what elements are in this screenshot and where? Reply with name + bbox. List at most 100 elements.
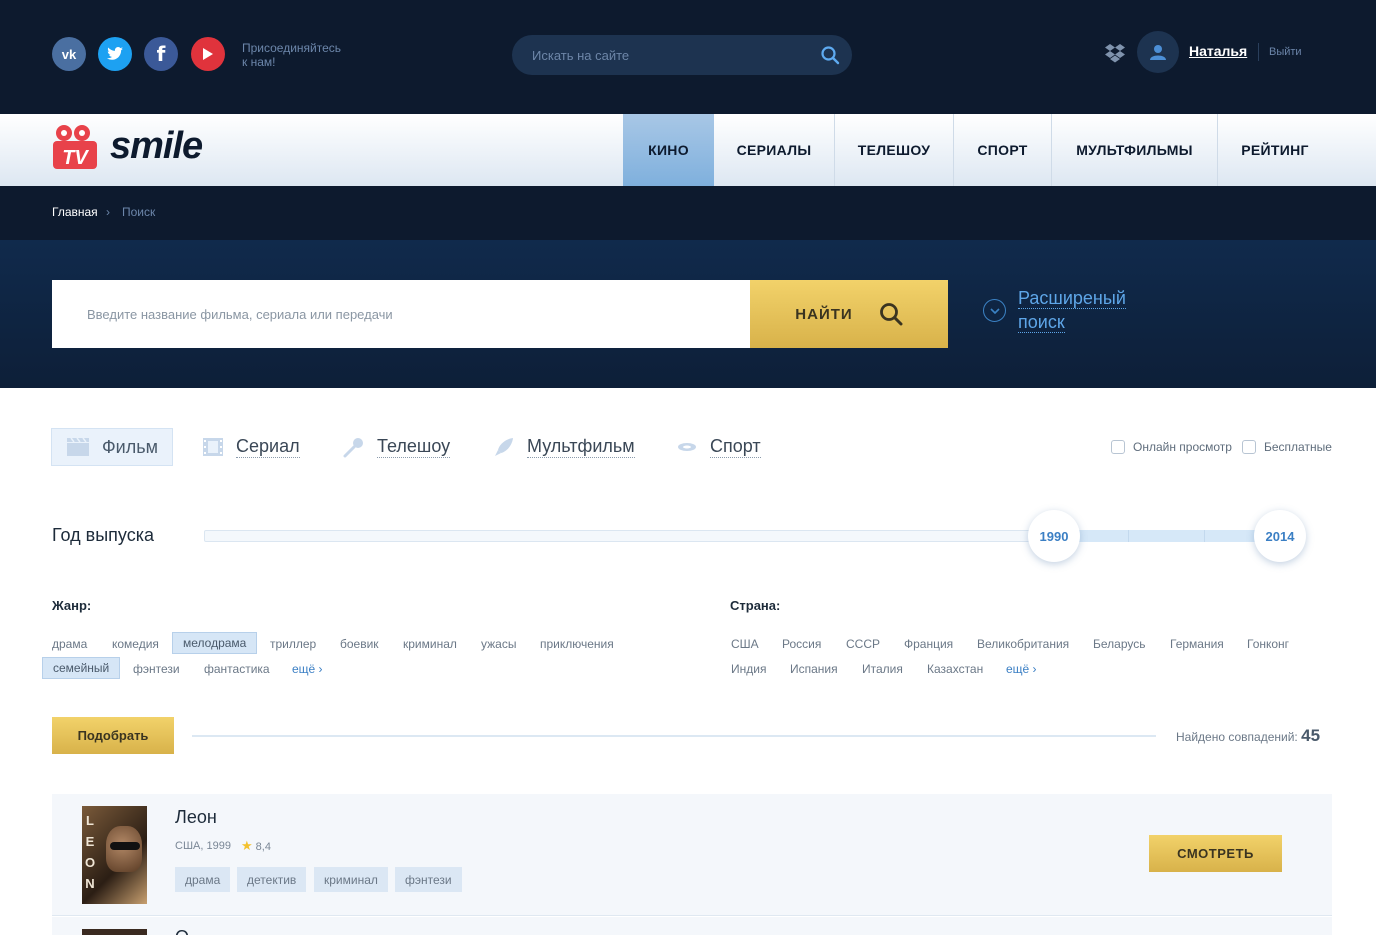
found-number: 45: [1301, 726, 1321, 745]
advanced-search-link[interactable]: Расширеный поиск: [1018, 286, 1148, 334]
genre-tag[interactable]: драма: [42, 634, 97, 654]
sport-icon: [678, 443, 696, 451]
checkbox-box[interactable]: [1242, 440, 1256, 454]
found-count: Найдено совпадений: 45: [1176, 726, 1320, 746]
poster-letter: E: [85, 834, 95, 849]
country-tag[interactable]: Россия: [772, 634, 831, 654]
pick-button[interactable]: Подобрать: [52, 717, 174, 754]
poster-glasses: [110, 842, 140, 850]
movie-card: [52, 917, 1332, 935]
country-tag[interactable]: Италия: [852, 659, 913, 679]
country-tag[interactable]: Испания: [780, 659, 848, 679]
poster-title-letters: L E O N: [84, 810, 96, 894]
movie-poster[interactable]: [82, 929, 147, 935]
genre-title: Жанр:: [52, 598, 92, 613]
join-us-text: Присоединяйтесь к нам!: [242, 41, 362, 69]
nav-item-kino[interactable]: КИНО: [623, 114, 714, 186]
free-checkbox[interactable]: Бесплатные: [1242, 440, 1332, 454]
film-strip-icon: [203, 438, 223, 456]
movie-country-year: США, 1999: [175, 840, 231, 852]
genre-tag[interactable]: фэнтези: [123, 659, 190, 679]
nav-item-serials[interactable]: СЕРИАЛЫ: [714, 114, 835, 186]
join-line-1: Присоединяйтесь: [242, 41, 342, 55]
genre-tag[interactable]: приключения: [530, 634, 624, 654]
country-more-link[interactable]: ещё ›: [996, 659, 1047, 679]
tab-film[interactable]: Фильм: [52, 429, 172, 465]
tab-teleshow[interactable]: Телешоу: [343, 429, 451, 465]
country-tag[interactable]: США: [721, 634, 769, 654]
rating-value: 8,4: [255, 841, 271, 853]
twitter-icon[interactable]: [98, 37, 132, 71]
logout-link[interactable]: Выйти: [1269, 46, 1302, 58]
search-icon[interactable]: [820, 45, 840, 65]
genre-tag[interactable]: триллер: [260, 634, 326, 654]
poster-letter: L: [86, 813, 94, 828]
checkbox-box[interactable]: [1111, 440, 1125, 454]
genre-more-link[interactable]: ещё ›: [282, 659, 333, 679]
genre-tag[interactable]: комедия: [102, 634, 169, 654]
year-from-handle[interactable]: 1990: [1028, 510, 1080, 562]
youtube-icon[interactable]: [191, 37, 225, 71]
chevron-down-icon[interactable]: [983, 299, 1006, 322]
movie-meta: США, 1999 ★ 8,4: [175, 838, 271, 854]
genre-tag-selected[interactable]: семейный: [42, 657, 121, 679]
user-icon: [1150, 45, 1166, 60]
tab-film-label: Фильм: [102, 436, 158, 457]
dropbox-icon[interactable]: [1104, 43, 1126, 63]
genre-tag-selected[interactable]: мелодрама: [172, 632, 258, 654]
free-checkbox-label: Бесплатные: [1264, 440, 1332, 454]
tab-cartoon[interactable]: Мультфильм: [493, 429, 635, 465]
country-tag[interactable]: Беларусь: [1083, 634, 1155, 654]
nav-item-sport[interactable]: СПОРТ: [954, 114, 1052, 186]
avatar[interactable]: [1137, 31, 1179, 73]
watch-button[interactable]: СМОТРЕТЬ: [1149, 835, 1282, 872]
site-search-input[interactable]: [532, 35, 812, 75]
movie-genre-tag[interactable]: драма: [175, 867, 231, 892]
country-tag[interactable]: Франция: [894, 634, 963, 654]
country-tag[interactable]: Казахстан: [917, 659, 993, 679]
poster-letter: N: [85, 876, 95, 891]
breadcrumb-separator: ›: [106, 205, 110, 219]
breadcrumb-current: Поиск: [122, 205, 156, 219]
search-icon: [879, 303, 903, 326]
logo-text[interactable]: smile: [110, 125, 203, 168]
genre-tag[interactable]: фантастика: [194, 659, 280, 679]
online-checkbox[interactable]: Онлайн просмотр: [1111, 440, 1232, 454]
facebook-icon[interactable]: f: [144, 37, 178, 71]
country-tag[interactable]: Индия: [721, 659, 776, 679]
tab-sport[interactable]: Спорт: [676, 429, 761, 465]
main-nav: КИНО СЕРИАЛЫ ТЕЛЕШОУ СПОРТ МУЛЬТФИЛЬМЫ Р…: [623, 114, 1332, 186]
country-tag[interactable]: Гонконг: [1237, 634, 1299, 654]
movie-genre-tag[interactable]: детектив: [237, 867, 307, 892]
year-to-handle[interactable]: 2014: [1254, 510, 1306, 562]
find-button-label: НАЙТИ: [795, 305, 853, 323]
nav-item-rating[interactable]: РЕЙТИНГ: [1218, 114, 1332, 186]
find-button[interactable]: НАЙТИ: [750, 280, 948, 348]
vk-icon[interactable]: vk: [52, 37, 86, 71]
movie-genre-tag[interactable]: фэнтези: [395, 867, 462, 892]
movie-card: [52, 794, 1332, 916]
site-search: [512, 35, 852, 75]
country-tag[interactable]: СССР: [836, 634, 890, 654]
nav-item-teleshow[interactable]: ТЕЛЕШОУ: [835, 114, 954, 186]
rocket-icon: [495, 438, 513, 456]
country-tag[interactable]: Великобритания: [967, 634, 1079, 654]
camera-tv-icon[interactable]: TV: [52, 123, 100, 171]
poster-letter: O: [84, 855, 96, 870]
found-label: Найдено совпадений:: [1176, 730, 1298, 744]
movie-genre-tag[interactable]: криминал: [314, 867, 388, 892]
country-tag[interactable]: Германия: [1160, 634, 1234, 654]
movie-title[interactable]: Леон: [175, 807, 217, 828]
title-search-input[interactable]: [52, 280, 750, 348]
genre-tag[interactable]: ужасы: [471, 634, 526, 654]
breadcrumb-home[interactable]: Главная: [52, 205, 98, 219]
genre-tag[interactable]: криминал: [393, 634, 467, 654]
nav-item-cartoons[interactable]: МУЛЬТФИЛЬМЫ: [1052, 114, 1218, 186]
tab-serial[interactable]: Сериал: [202, 429, 300, 465]
genre-tag[interactable]: боевик: [330, 634, 389, 654]
tab-sport-label: Спорт: [710, 436, 761, 458]
user-name-link[interactable]: Наталья: [1189, 43, 1247, 59]
microphone-icon: [343, 438, 363, 458]
movie-title[interactable]: О: [175, 927, 189, 935]
breadcrumb: [0, 186, 1376, 240]
